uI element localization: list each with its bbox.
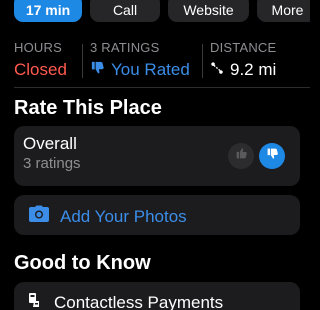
good-to-know-title: Good to Know: [14, 252, 151, 274]
hours-stat[interactable]: HOURS Closed: [14, 40, 67, 81]
ratings-value: You Rated: [111, 60, 190, 79]
directions-label: 17 min: [25, 2, 71, 18]
overall-label: Overall: [23, 134, 77, 153]
stat-divider: [82, 44, 83, 78]
distance-label: DISTANCE: [210, 40, 277, 55]
hours-label: HOURS: [14, 40, 62, 55]
stat-divider: [202, 44, 203, 78]
call-button[interactable]: Call: [90, 0, 160, 22]
route-icon: [210, 59, 224, 81]
stats-row: HOURS Closed 3 RATINGS You Rated DISTANC…: [14, 40, 300, 80]
website-label: Website: [183, 2, 234, 18]
contactless-payment-icon: [28, 292, 42, 310]
good-to-know-item: Contactless Payments: [14, 282, 300, 310]
add-photos-label: Add Your Photos: [60, 206, 187, 226]
distance-value: 9.2 mi: [230, 60, 277, 79]
more-label: More: [271, 2, 304, 18]
divider: [14, 87, 310, 88]
directions-button[interactable]: 17 min: [14, 0, 82, 22]
thumbs-down-icon: [266, 147, 279, 165]
distance-stat: DISTANCE 9.2 mi: [210, 40, 276, 81]
more-button[interactable]: More: [257, 0, 310, 22]
contactless-payments-label: Contactless Payments: [54, 292, 224, 310]
thumbs-down-button[interactable]: [259, 143, 285, 169]
add-photos-button[interactable]: Add Your Photos: [14, 195, 300, 235]
place-detail-page: 17 min Call Website More HOURS Closed 3 …: [0, 0, 310, 310]
rate-section-title: Rate This Place: [14, 97, 162, 119]
thumbs-up-icon: [235, 147, 248, 165]
thumbs-up-button[interactable]: [228, 143, 254, 169]
thumbs-down-icon: [90, 59, 105, 81]
ratings-stat[interactable]: 3 RATINGS You Rated: [90, 40, 190, 81]
hours-value: Closed: [14, 60, 67, 79]
rating-card: Overall 3 ratings: [14, 126, 300, 186]
call-label: Call: [112, 2, 138, 18]
action-buttons-row: 17 min Call Website More: [14, 0, 310, 24]
website-button[interactable]: Website: [168, 0, 249, 22]
camera-icon: [28, 205, 50, 228]
ratings-label: 3 RATINGS: [90, 40, 160, 55]
overall-count: 3 ratings: [23, 155, 81, 172]
